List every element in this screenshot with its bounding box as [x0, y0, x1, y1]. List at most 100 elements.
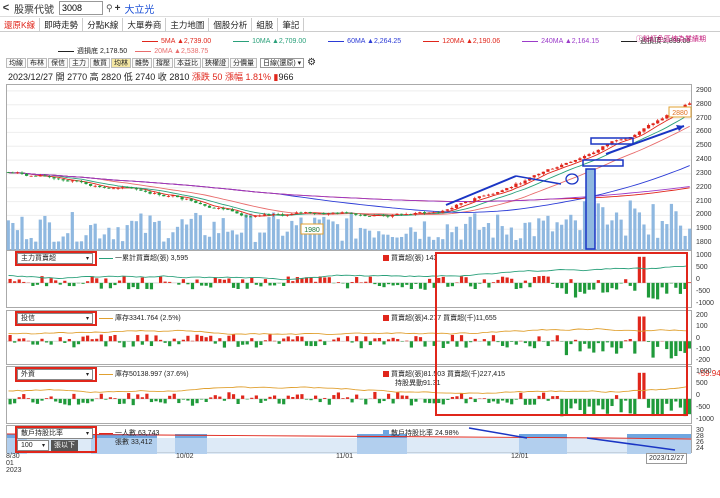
search-icon[interactable]: ⚲ — [106, 3, 113, 14]
flow-bar — [72, 282, 76, 287]
volume-bar — [459, 239, 463, 250]
indicator-tab[interactable]: 雜勢 — [132, 58, 152, 68]
candle-body — [70, 180, 74, 182]
legend-swatch — [99, 373, 113, 375]
gear-icon[interactable]: ⚙ — [307, 58, 316, 68]
flow-bar — [108, 397, 113, 399]
indicator-tab[interactable]: 分價量 — [230, 58, 257, 68]
back-icon[interactable]: < — [0, 2, 12, 14]
candle-body — [532, 175, 536, 178]
panel-tick: -1000 — [696, 416, 714, 423]
tab-1[interactable]: 即時走勢 — [40, 18, 84, 31]
tab-2[interactable]: 分點K線 — [83, 18, 124, 31]
flow-bar — [86, 281, 90, 283]
indicator-tab[interactable]: 保信 — [48, 58, 68, 68]
volume-bar — [180, 219, 184, 250]
candle-body — [24, 173, 29, 176]
flow-bar — [127, 282, 131, 290]
volume-bar — [413, 231, 417, 250]
recent-flow-highlight — [435, 252, 688, 416]
volume-bar — [605, 224, 609, 250]
flow-bar — [231, 282, 236, 288]
candle-body — [56, 178, 61, 180]
indicator-tab[interactable]: 均林 — [111, 58, 131, 68]
flow-bar — [35, 398, 40, 404]
flow-bar — [213, 395, 217, 399]
candle-body — [299, 212, 303, 214]
candle-body — [239, 213, 244, 216]
indicator-tab[interactable]: 散買 — [90, 58, 110, 68]
flow-bar — [149, 282, 154, 290]
flow-bar — [218, 396, 222, 399]
candle-body — [614, 140, 619, 142]
flow-bar — [204, 337, 208, 342]
volume-bar — [537, 218, 541, 250]
candle-body — [564, 162, 568, 165]
volume-bar — [633, 208, 637, 250]
flow-bar — [8, 278, 12, 283]
indicator-tab[interactable]: 本益比 — [174, 58, 201, 68]
ma-swatch — [522, 40, 539, 42]
period-select[interactable]: 日線(還原) ▾ — [260, 58, 305, 68]
volume-bar — [477, 229, 481, 250]
ma-swatch — [233, 40, 250, 42]
tab-6[interactable]: 組股 — [252, 18, 279, 31]
volume-bar — [404, 233, 408, 250]
flow-bar — [268, 334, 272, 342]
volume-bar — [541, 220, 545, 250]
highlight-volume — [585, 168, 596, 250]
lot-size-select[interactable]: 100 ▾ — [17, 440, 49, 451]
candle-body — [281, 214, 285, 216]
candle-body — [317, 213, 321, 215]
indicator-tab[interactable]: 均線 — [6, 58, 26, 68]
price-chart[interactable]: 2880 1980 — [6, 84, 692, 250]
chevron-down-icon: ▾ — [41, 443, 45, 449]
indicator-tabs: 均線 布林 保信 主力 散買 均林 雜勢 撐壓 本益比 狹權證 分價量 日線(還原) ▾ ⚙ — [6, 58, 316, 68]
tab-0[interactable]: 還原K線 — [0, 18, 41, 31]
flow-bar — [350, 341, 354, 343]
tab-7[interactable]: 筆記 — [278, 18, 305, 31]
panel-right-header-2: 持股異動91.31 — [395, 380, 441, 387]
candle-body — [601, 146, 605, 150]
candle-body — [175, 195, 180, 198]
flow-bar — [140, 397, 144, 399]
ma-value: 10MA ▲2,709.00 — [252, 38, 307, 45]
candle-body — [582, 155, 587, 159]
volume-bar — [550, 231, 555, 250]
flow-bar — [26, 398, 30, 399]
candle-body — [171, 195, 175, 197]
flow-bar — [22, 338, 26, 342]
candle-body — [285, 214, 289, 216]
flow-bar — [117, 280, 122, 283]
stock-code-input[interactable] — [59, 1, 103, 15]
flow-bar — [414, 398, 418, 402]
volume-bar — [409, 227, 413, 250]
volume-bar — [358, 227, 363, 250]
volume-bar — [89, 225, 93, 250]
indicator-tab[interactable]: 布林 — [27, 58, 47, 68]
tab-4[interactable]: 主力地圖 — [166, 18, 210, 31]
flow-bar — [391, 337, 395, 342]
flow-bar — [140, 277, 144, 283]
indicator-tab[interactable]: 狹權證 — [202, 58, 229, 68]
volume-bar — [281, 235, 285, 250]
candle-body — [665, 115, 669, 119]
add-icon[interactable]: + — [115, 3, 121, 14]
lot-unit-button[interactable]: 張以下 — [51, 440, 78, 451]
callout-low-text: 1980 — [304, 227, 320, 234]
flow-bar — [368, 276, 372, 283]
indicator-tab[interactable]: 撐壓 — [153, 58, 173, 68]
tab-3[interactable]: 大單券商 — [123, 18, 167, 31]
candle-body — [107, 187, 111, 189]
flow-bar — [181, 398, 185, 400]
tab-5[interactable]: 個股分析 — [209, 18, 253, 31]
candle-body — [550, 168, 555, 170]
flow-bar — [318, 398, 322, 403]
candle-body — [445, 209, 449, 211]
volume-bar — [386, 234, 390, 250]
candle-body — [656, 120, 660, 124]
flow-bar — [72, 393, 76, 399]
indicator-tab[interactable]: 主力 — [69, 58, 89, 68]
flow-bar — [86, 398, 90, 404]
volume-bar — [111, 239, 116, 250]
